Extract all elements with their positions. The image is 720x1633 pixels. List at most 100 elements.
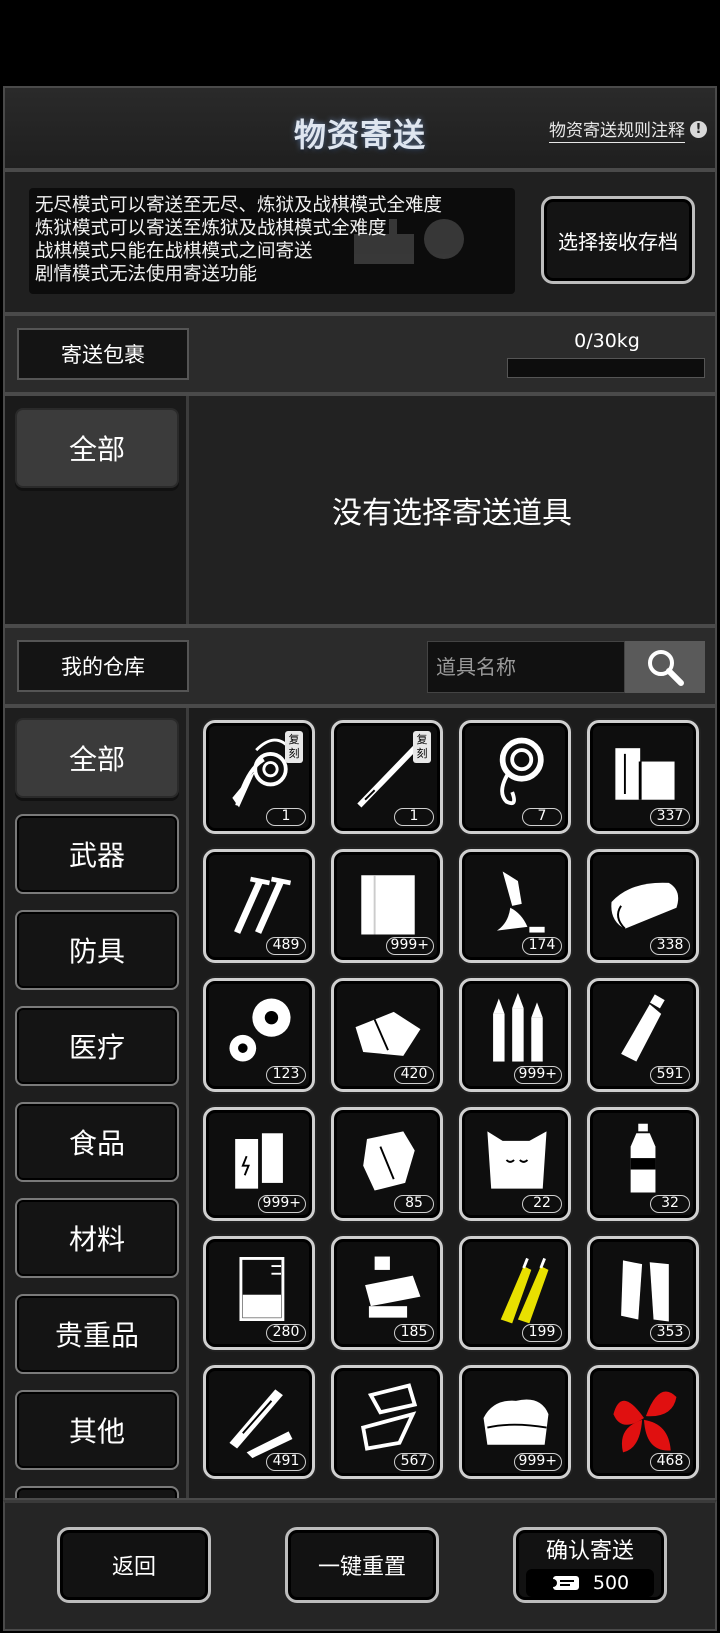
item-slot[interactable]: 85 [331, 1107, 443, 1221]
category-materials[interactable]: 材料 [15, 1198, 179, 1278]
item-slot[interactable]: 491 [203, 1365, 315, 1479]
item-slot[interactable]: 22 [459, 1107, 571, 1221]
warehouse-label: 我的仓库 [17, 640, 189, 692]
item-slot[interactable]: 199 [459, 1236, 571, 1350]
item-count: 567 [394, 1453, 434, 1471]
gears-icon [229, 998, 291, 1062]
copy-tag-badge: 复刻 [413, 731, 431, 763]
item-slot[interactable]: 复刻 1 [331, 720, 443, 834]
category-armor[interactable]: 防具 [15, 910, 179, 990]
item-slot[interactable]: 420 [331, 978, 443, 1092]
item-slot[interactable]: 7 [459, 720, 571, 834]
item-slot[interactable]: 999+ [203, 1107, 315, 1221]
water-bottle-icon [630, 1123, 656, 1193]
item-slot[interactable]: 591 [587, 978, 699, 1092]
item-slot[interactable]: 567 [331, 1365, 443, 1479]
confirm-send-button[interactable]: 确认寄送 500 [513, 1527, 667, 1603]
search-input[interactable] [427, 641, 625, 693]
crumpled-paper-icon [363, 1131, 415, 1191]
item-count: 174 [522, 937, 562, 955]
info-icon: ! [690, 121, 707, 138]
item-count: 999+ [513, 1066, 562, 1084]
wood-icon [615, 748, 675, 800]
cost-value: 500 [592, 1572, 630, 1594]
item-count: 468 [650, 1453, 690, 1471]
item-slot[interactable]: 999+ [331, 849, 443, 963]
category-other[interactable]: 其他 [15, 1390, 179, 1470]
item-slot[interactable]: 468 [587, 1365, 699, 1479]
item-count: 999+ [513, 1453, 562, 1471]
item-slot[interactable]: 999+ [459, 1365, 571, 1479]
reset-button[interactable]: 一键重置 [285, 1527, 439, 1603]
notice-panel: 无尽模式可以寄送至无尽、炼狱及战棋模式全难度 炼狱模式可以寄送至炼狱及战棋模式全… [3, 170, 717, 314]
weight-readout: 0/30kg [574, 330, 640, 352]
item-count: 123 [266, 1066, 306, 1084]
item-slot[interactable]: 338 [587, 849, 699, 963]
item-slot[interactable]: 185 [331, 1236, 443, 1350]
bandage-icon [621, 1260, 669, 1322]
search-button[interactable] [625, 641, 705, 693]
item-count: 32 [650, 1195, 690, 1213]
item-slot[interactable]: 123 [203, 978, 315, 1092]
item-slot[interactable]: 999+ [459, 978, 571, 1092]
package-empty-message: 没有选择寄送道具 [189, 396, 715, 624]
item-count: 338 [650, 937, 690, 955]
item-count: 491 [266, 1453, 306, 1471]
category-all[interactable]: 全部 [15, 718, 179, 798]
item-slot[interactable]: 174 [459, 849, 571, 963]
item-count: 7 [522, 808, 562, 826]
glue-icon [496, 871, 545, 933]
item-slot[interactable]: 337 [587, 720, 699, 834]
item-slot[interactable]: 353 [587, 1236, 699, 1350]
item-slot[interactable]: 复刻 1 [203, 720, 315, 834]
item-count: 999+ [385, 937, 434, 955]
category-more[interactable] [15, 1486, 179, 1498]
rules-link-label: 物资寄送规则注释 [549, 116, 685, 143]
item-count: 353 [650, 1324, 690, 1342]
herb-leaves-icon [613, 1391, 677, 1453]
battery-icon [235, 1133, 283, 1189]
electrodes-icon [500, 1257, 549, 1324]
item-slot[interactable]: 489 [203, 849, 315, 963]
planks-icon [229, 1389, 293, 1459]
drill-parts-icon [365, 1256, 421, 1318]
copy-tag-badge: 复刻 [285, 731, 303, 763]
screws-icon [234, 876, 292, 934]
package-category-sidebar: 全部 [5, 396, 189, 624]
beaker-icon [239, 1257, 285, 1321]
notice-text-box: 无尽模式可以寄送至无尽、炼狱及战棋模式全难度 炼狱模式可以寄送至炼狱及战棋模式全… [29, 188, 515, 294]
ticket-icon [550, 1576, 579, 1590]
category-weapons[interactable]: 武器 [15, 814, 179, 894]
cost-display: 500 [526, 1569, 654, 1597]
rags-icon [355, 1011, 421, 1056]
item-count: 337 [650, 808, 690, 826]
item-slot[interactable]: 32 [587, 1107, 699, 1221]
select-save-button[interactable]: 选择接收存档 [541, 196, 695, 284]
sack-icon [487, 1131, 547, 1189]
background-machine-icon [354, 219, 464, 264]
rules-link[interactable]: 物资寄送规则注释 ! [549, 116, 707, 143]
item-count: 1 [394, 808, 434, 826]
package-bar: 寄送包裹 0/30kg [3, 314, 717, 394]
fabric-roll-icon [611, 882, 679, 930]
towels-icon [483, 1399, 549, 1445]
header-bar: 物资寄送 物资寄送规则注释 ! [3, 86, 717, 170]
cloth-icon [361, 875, 415, 935]
item-count: 199 [522, 1324, 562, 1342]
package-area: 全部 没有选择寄送道具 [3, 394, 717, 626]
footer-bar: 返回 一键重置 确认寄送 500 [3, 1500, 717, 1631]
category-medical[interactable]: 医疗 [15, 1006, 179, 1086]
package-category-all[interactable]: 全部 [15, 408, 179, 488]
rope-icon [499, 737, 544, 806]
confirm-send-label: 确认寄送 [545, 1539, 634, 1564]
item-slot[interactable]: 280 [203, 1236, 315, 1350]
category-food[interactable]: 食品 [15, 1102, 179, 1182]
category-valuables[interactable]: 贵重品 [15, 1294, 179, 1374]
weight-progress-bar [507, 358, 705, 378]
item-count: 185 [394, 1324, 434, 1342]
bottle-icon [621, 994, 665, 1062]
back-button[interactable]: 返回 [57, 1527, 211, 1603]
search-icon [648, 650, 684, 686]
item-count: 591 [650, 1066, 690, 1084]
item-count: 22 [522, 1195, 562, 1213]
